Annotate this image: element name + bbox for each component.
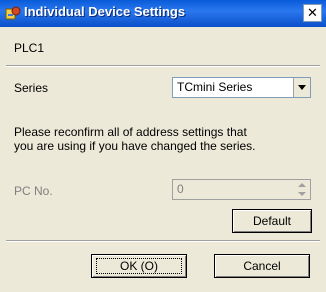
cancel-button[interactable]: Cancel <box>214 254 310 278</box>
pc-no-label: PC No. <box>14 184 53 198</box>
pc-no-value: 0 <box>177 182 184 196</box>
close-button[interactable]: ✕ <box>303 4 322 22</box>
device-name: PLC1 <box>14 41 45 55</box>
notice-line-1: Please reconfirm all of address settings… <box>14 125 247 139</box>
pc-no-spinner[interactable]: 0 <box>172 179 311 200</box>
title-bar[interactable]: Individual Device Settings ✕ <box>0 0 326 27</box>
spin-up-icon[interactable] <box>294 180 310 189</box>
divider-bottom <box>6 240 320 242</box>
divider-top <box>6 65 320 67</box>
notice-line-2: you are using if you have changed the se… <box>14 139 256 153</box>
series-change-notice: Please reconfirm all of address settings… <box>14 125 256 153</box>
series-select[interactable]: TCmini Series <box>172 77 311 98</box>
ok-button-label: OK (O) <box>120 259 158 273</box>
spinner-buttons[interactable] <box>294 180 310 199</box>
series-select-value: TCmini Series <box>177 80 253 94</box>
default-button[interactable]: Default <box>232 209 312 233</box>
spin-down-icon[interactable] <box>294 190 310 199</box>
close-icon: ✕ <box>307 5 318 20</box>
settings-app-icon <box>5 6 21 20</box>
window-title: Individual Device Settings <box>24 4 186 19</box>
ok-button[interactable]: OK (O) <box>91 254 187 278</box>
series-label: Series <box>14 81 49 95</box>
chevron-down-icon[interactable] <box>293 78 310 97</box>
